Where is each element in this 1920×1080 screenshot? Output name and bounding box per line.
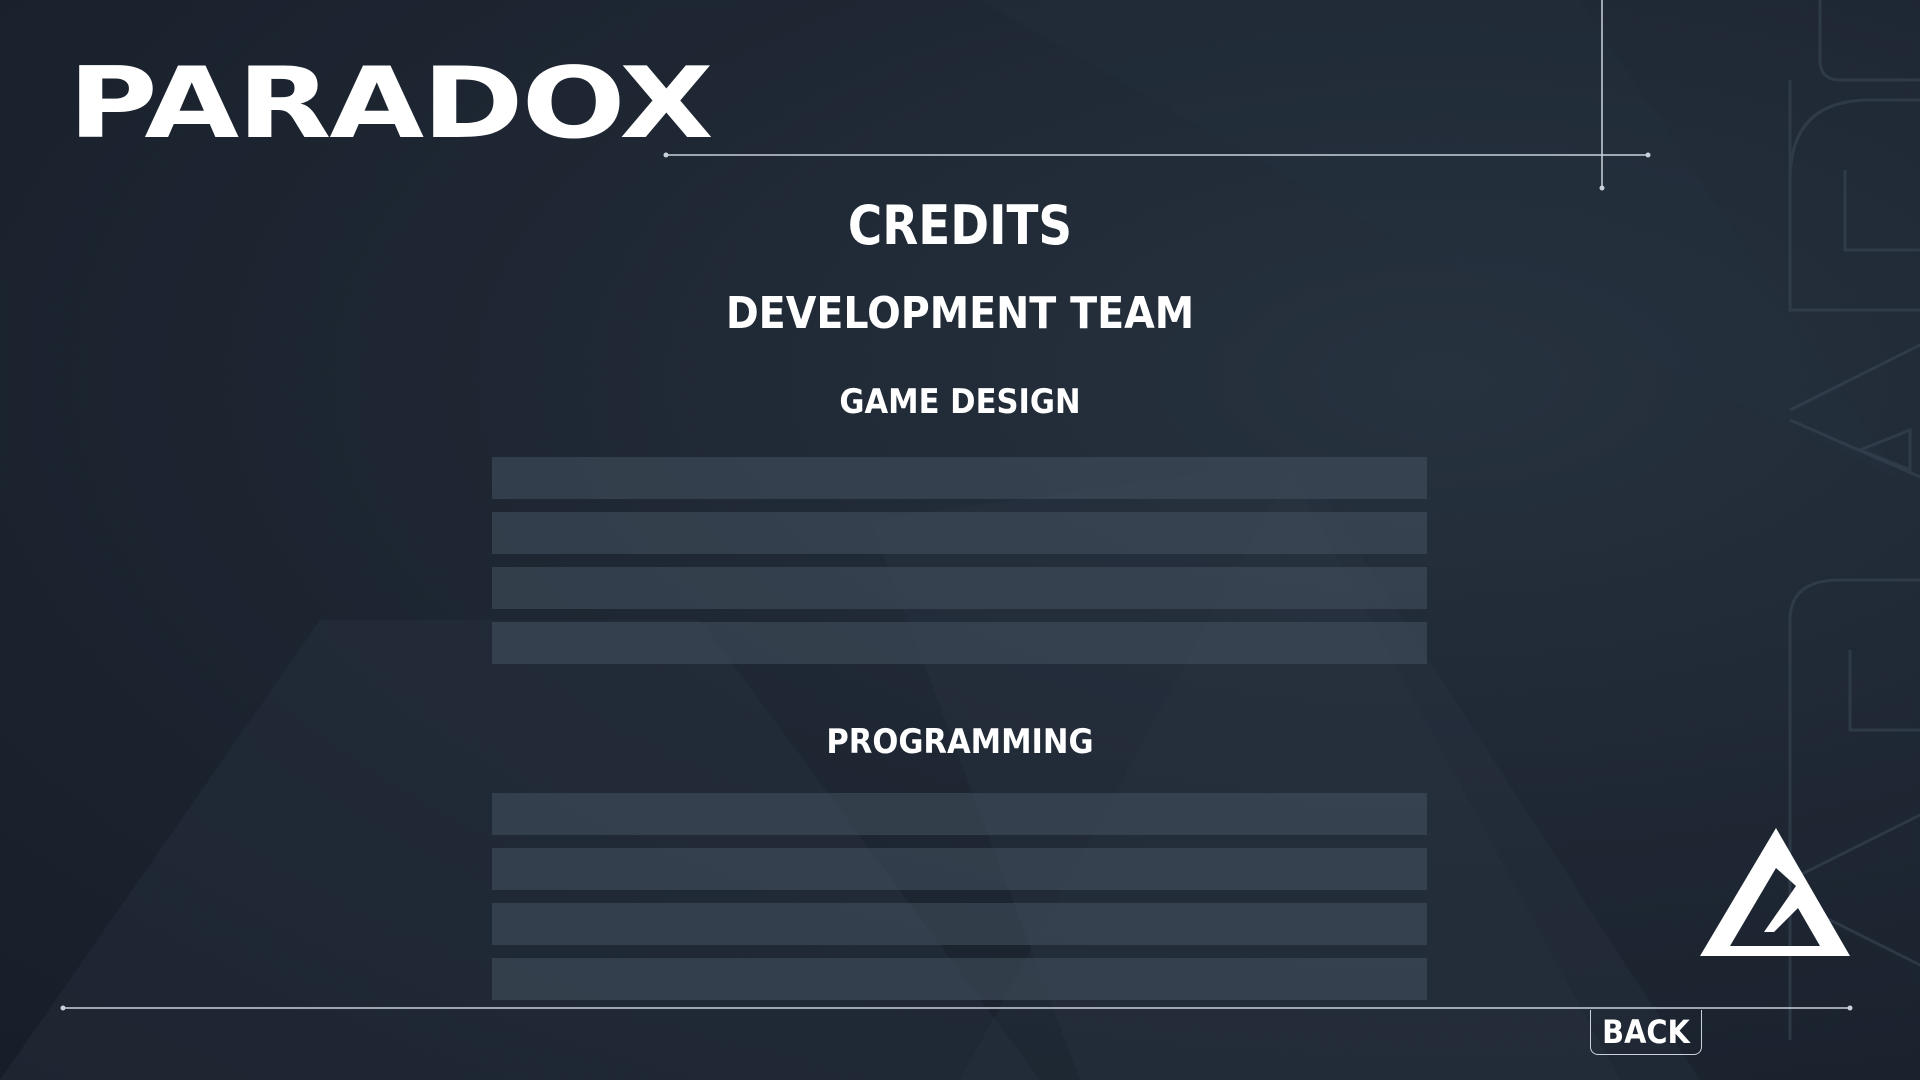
triangle-logo-icon [1700,828,1850,956]
credit-entry-placeholder [492,512,1427,554]
credit-entry-placeholder [492,567,1427,609]
section-title-game-design: GAME DESIGN [839,382,1081,422]
credit-entry-placeholder [492,848,1427,890]
credit-entry-placeholder [492,622,1427,664]
section-title-programming: PROGRAMMING [826,722,1094,762]
credit-entry-placeholder [492,958,1427,1000]
development-team-title: DEVELOPMENT TEAM [725,288,1195,339]
credits-title: CREDITS [847,194,1073,258]
credit-entry-placeholder [492,457,1427,499]
programming-entries [492,793,1427,1013]
game-design-entries [492,457,1427,677]
game-logo: PARADOX [68,46,714,161]
back-button[interactable]: BACK [1590,1010,1702,1055]
credit-entry-placeholder [492,903,1427,945]
credit-entry-placeholder [492,793,1427,835]
